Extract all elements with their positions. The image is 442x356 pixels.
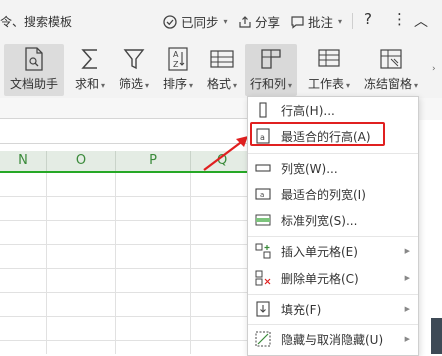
row-col-label: 行和列 ▾ [249, 77, 293, 91]
menu-divider [248, 294, 418, 295]
help-button[interactable]: ? [364, 10, 372, 28]
freeze-panes-button[interactable]: 冻结窗格 ▾ [360, 44, 422, 96]
sync-label: 已同步 [181, 15, 219, 30]
svg-text:a: a [260, 191, 264, 199]
menu-item-row-height[interactable]: 行高(H)... [248, 97, 418, 123]
format-button[interactable]: 格式 ▾ [202, 44, 242, 96]
menu-divider [248, 324, 418, 325]
row-col-button[interactable]: 行和列 ▾ [245, 44, 297, 96]
sum-label: 求和 ▾ [74, 77, 106, 91]
grid-line [190, 173, 191, 354]
submenu-arrow-icon: ▶ [404, 335, 410, 343]
submenu-arrow-icon: ▶ [404, 305, 410, 313]
ribbon-scroll-right-icon[interactable]: › [432, 64, 436, 74]
grid-line [0, 316, 248, 317]
annotate-button[interactable]: 批注 ▾ [290, 12, 342, 31]
doc-helper-icon [21, 46, 47, 72]
menu-item-hide-unhide[interactable]: 隐藏与取消隐藏(U) ▶ [248, 326, 418, 352]
row-col-icon [258, 46, 284, 72]
menu-item-delete-cells[interactable]: 删除单元格(C) ▶ [248, 265, 418, 291]
menu-item-label: 最适合的列宽(I) [281, 187, 366, 202]
worksheet-label: 工作表 ▾ [307, 77, 351, 91]
annotate-label: 批注 [308, 15, 334, 30]
menu-item-label: 标准列宽(S)... [281, 213, 358, 228]
hide-unhide-icon [254, 330, 272, 348]
delete-cells-icon [254, 269, 272, 287]
standard-width-icon [254, 211, 272, 229]
menu-item-label: 列宽(W)... [281, 161, 338, 176]
freeze-panes-label: 冻结窗格 ▾ [363, 77, 419, 91]
best-fit-column-icon: a [254, 185, 272, 203]
top-bar: 令、搜索模板 已同步 ▾ 分享 批注 ▾ ? ⋮ ︿ [0, 0, 442, 42]
grid-line [115, 173, 116, 354]
format-icon [209, 46, 235, 72]
menu-divider [248, 236, 418, 237]
sort-label: 排序 ▾ [162, 77, 194, 91]
side-panel-edge [431, 318, 442, 354]
share-icon [239, 15, 251, 28]
submenu-arrow-icon: ▶ [404, 247, 410, 255]
doc-helper-button[interactable]: 文档助手 [4, 44, 64, 96]
menu-item-insert-cells[interactable]: 插入单元格(E) ▶ [248, 238, 418, 264]
svg-text:Z: Z [173, 60, 179, 69]
format-label: 格式 ▾ [206, 77, 238, 91]
collapse-ribbon-button[interactable]: ︿ [414, 11, 428, 31]
menu-item-label: 删除单元格(C) [281, 271, 359, 286]
command-search-text[interactable]: 令、搜索模板 [0, 13, 72, 30]
menu-item-standard-width[interactable]: 标准列宽(S)... [248, 207, 418, 233]
menu-item-fill[interactable]: 填充(F) ▶ [248, 296, 418, 322]
sync-button[interactable]: 已同步 ▾ [162, 12, 228, 31]
filter-button[interactable]: 筛选 ▾ [114, 44, 154, 96]
sigma-icon [77, 46, 103, 72]
sum-button[interactable]: 求和 ▾ [70, 44, 110, 96]
column-header-o[interactable]: O [47, 151, 116, 171]
insert-cells-icon [254, 242, 272, 260]
annotation-highlight-box [250, 122, 385, 146]
chevron-down-icon: ▾ [223, 17, 228, 26]
menu-item-label: 隐藏与取消隐藏(U) [281, 332, 384, 347]
sort-az-icon: A Z [165, 46, 191, 72]
column-header-n[interactable]: N [0, 151, 47, 171]
fill-icon [254, 300, 272, 318]
more-options-button[interactable]: ⋮ [392, 10, 407, 28]
share-label: 分享 [255, 15, 281, 30]
grid-line [0, 196, 248, 197]
menu-item-column-width[interactable]: 列宽(W)... [248, 155, 418, 181]
divider [352, 13, 353, 29]
menu-item-label: 填充(F) [281, 302, 322, 317]
menu-item-label: 行高(H)... [281, 103, 335, 118]
menu-divider [248, 153, 418, 154]
freeze-panes-icon [378, 46, 404, 72]
ribbon: 文档助手 求和 ▾ 筛选 ▾ A Z 排序 ▾ 格式 ▾ 行和列 ▾ 工作表 ▾… [0, 42, 442, 98]
svg-text:A: A [173, 50, 179, 59]
sort-button[interactable]: A Z 排序 ▾ [158, 44, 198, 96]
row-height-icon [254, 101, 272, 119]
column-header-p[interactable]: P [116, 151, 191, 171]
share-button[interactable]: 分享 [238, 12, 280, 31]
grid-line [0, 340, 248, 341]
submenu-arrow-icon: ▶ [404, 274, 410, 282]
column-width-icon [254, 159, 272, 177]
grid-line [0, 268, 248, 269]
menu-item-label: 插入单元格(E) [281, 244, 358, 259]
doc-helper-label: 文档助手 [9, 77, 58, 91]
worksheet-button[interactable]: 工作表 ▾ [304, 44, 354, 96]
menu-item-best-fit-column-width[interactable]: a 最适合的列宽(I) [248, 181, 418, 207]
chevron-down-icon: ▾ [338, 17, 343, 26]
grid-line [46, 173, 47, 354]
comment-icon [291, 15, 304, 29]
grid-line [0, 220, 248, 221]
grid-line [0, 244, 248, 245]
filter-icon [121, 46, 147, 72]
grid-line [0, 292, 248, 293]
cloud-check-icon [163, 14, 177, 29]
filter-label: 筛选 ▾ [118, 77, 150, 91]
worksheet-icon [316, 46, 342, 72]
